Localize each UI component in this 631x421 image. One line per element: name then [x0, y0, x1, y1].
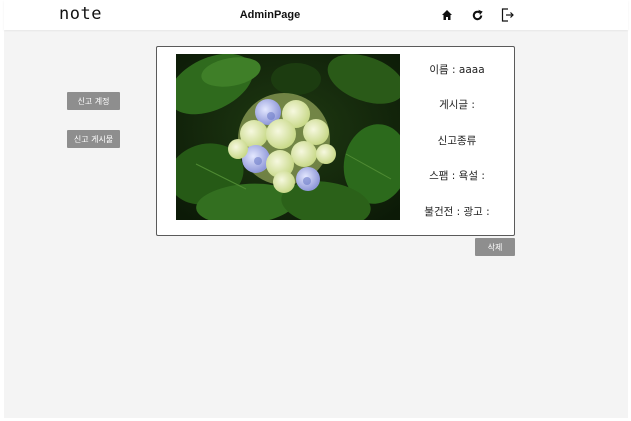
brand-logo[interactable]: note: [59, 4, 102, 24]
logout-icon[interactable]: [498, 6, 516, 24]
report-detail-card: 이름 : aaaa 게시글 : 신고종류 스팸 : 욕설 : 불건전 : 광고 …: [156, 46, 515, 236]
report-spam-abuse-line: 스팸 : 욕설 :: [429, 170, 485, 182]
home-icon[interactable]: [438, 6, 456, 24]
admin-screen: note AdminPage 신고 계정 신고 게시물 이름: aaaa 게시…: [4, 0, 628, 418]
reported-accounts-button[interactable]: 신고 계정: [67, 92, 120, 110]
report-type-heading: 신고종류: [437, 135, 477, 147]
top-nav-bar: note AdminPage: [4, 0, 628, 30]
reported-post-image: [176, 54, 400, 220]
reported-posts-button[interactable]: 신고 게시물: [67, 130, 120, 148]
reported-user-name: 이름 : aaaa: [429, 64, 485, 76]
delete-button[interactable]: 삭제: [475, 238, 515, 256]
page-title: AdminPage: [239, 9, 301, 21]
refresh-icon[interactable]: [468, 6, 486, 24]
report-indecent-ad-line: 불건전 : 광고 :: [424, 206, 490, 218]
reported-post-line: 게시글 :: [439, 99, 475, 111]
